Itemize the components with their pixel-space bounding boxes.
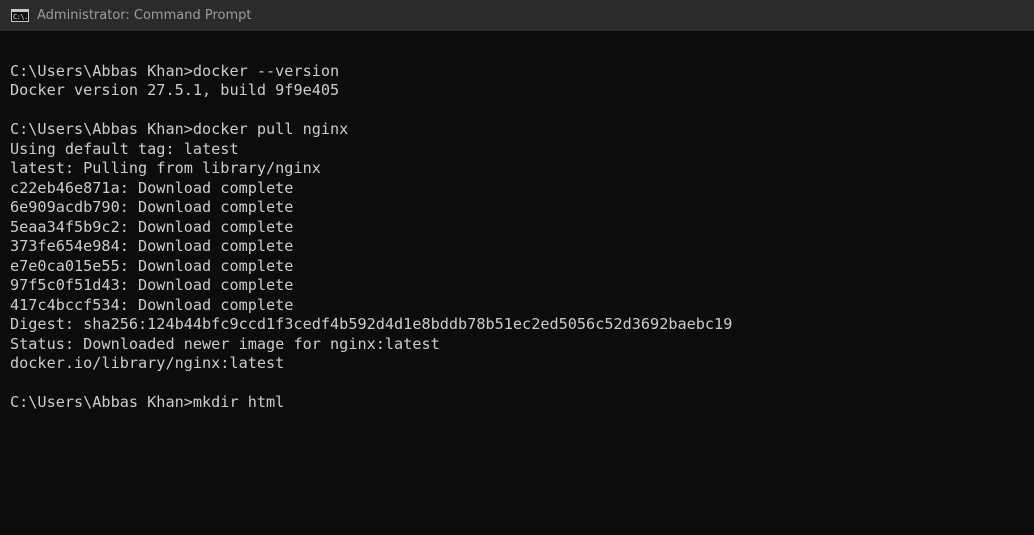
cmd-icon-label: C:\. — [13, 13, 28, 21]
console-line: Using default tag: latest — [10, 139, 239, 158]
console-line: C:\Users\Abbas Khan>docker --version — [10, 61, 340, 80]
console-line: 373fe654e984: Download complete — [10, 237, 294, 255]
console-line: C:\Users\Abbas Khan>docker pull nginx — [10, 120, 349, 138]
console-line: 6e909acdb790: Download complete — [10, 198, 294, 216]
console-line: 5eaa34f5b9c2: Download complete — [10, 217, 294, 236]
console-output[interactable]: C:\Users\Abbas Khan>docker --version Doc… — [0, 31, 1034, 535]
command-prompt-window: C:\. Administrator: Command Prompt C:\Us… — [0, 0, 1034, 535]
console-prompt-line: C:\Users\Abbas Khan>mkdir html — [10, 393, 285, 411]
console-line: Docker version 27.5.1, build 9f9e405 — [10, 81, 340, 99]
console-line: c22eb46e871a: Download complete — [10, 178, 294, 197]
console-line: docker.io/library/nginx:latest — [10, 354, 285, 372]
icon-bar — [12, 10, 28, 12]
console-line: 417c4bccf534: Download complete — [10, 295, 294, 314]
console-line: Status: Downloaded newer image for nginx… — [10, 334, 440, 353]
console-line: latest: Pulling from library/nginx — [10, 159, 321, 177]
window-title: Administrator: Command Prompt — [37, 8, 252, 23]
console-line: 97f5c0f51d43: Download complete — [10, 276, 294, 294]
console-line: Digest: sha256:124b44bfc9ccd1f3cedf4b592… — [10, 315, 733, 333]
title-bar[interactable]: C:\. Administrator: Command Prompt — [0, 0, 1034, 31]
cmd-icon[interactable]: C:\. — [11, 9, 29, 22]
console-line: e7e0ca015e55: Download complete — [10, 256, 294, 275]
